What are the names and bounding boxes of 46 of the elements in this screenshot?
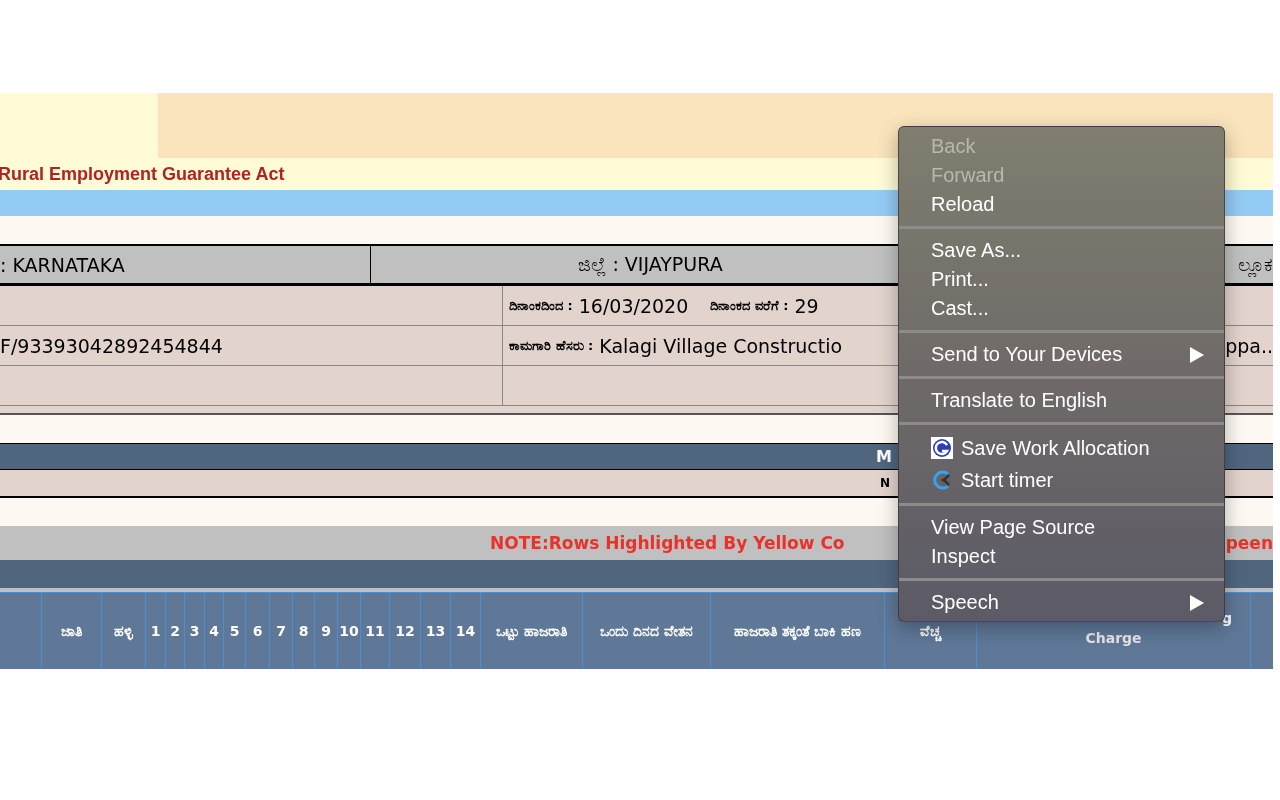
section-subheading: N	[879, 476, 891, 490]
column-header: ಒಂದು ದಿನದ ವೇತನ	[583, 593, 711, 669]
column-header: ಒಟ್ಟು ಹಾಜರಾತಿ	[481, 593, 583, 669]
column-header: 8	[293, 593, 315, 669]
column-header: 2	[166, 593, 185, 669]
work-name: Kalagi Village Constructio	[599, 334, 843, 357]
field-label: ದಿನಾಂಕದಿಂದ :	[509, 297, 573, 314]
table-cell: ppa..	[1225, 334, 1273, 357]
field-label: ಕಾಮಗಾರಿ ಹೆಸರು :	[509, 337, 594, 354]
column-header: 11	[361, 593, 390, 669]
menu-item[interactable]: Start timer	[899, 464, 1224, 496]
note-text: NOTE:Rows Highlighted By Yellow Co	[489, 533, 845, 553]
menu-item[interactable]: Save Work Allocation	[899, 432, 1224, 464]
column-header: 4	[205, 593, 224, 669]
menu-item[interactable]: Reload	[899, 190, 1224, 219]
section-heading: M	[875, 447, 892, 466]
column-header: ಹಳ್ಳಿ	[102, 593, 146, 669]
column-header: 14	[451, 593, 481, 669]
state-cell-text: : KARNATAKA	[0, 252, 126, 278]
menu-item[interactable]: Inspect	[899, 542, 1224, 571]
column-header: ಜಾತಿ	[42, 593, 102, 669]
column-header: 12	[390, 593, 421, 669]
header-text: Charge	[1085, 629, 1142, 648]
column-header: ಹಾಜರಾತಿ ತಕ್ಕಂತೆ ಬಾಕಿ ಹಣ	[711, 593, 885, 669]
menu-item[interactable]: View Page Source	[899, 513, 1224, 542]
note-text: peen	[1225, 533, 1273, 553]
date-value: 16/03/2020	[578, 294, 689, 317]
submenu-arrow-icon	[1190, 594, 1204, 611]
column-header: 13	[421, 593, 451, 669]
column-header: 1	[146, 593, 166, 669]
column-header: 5	[224, 593, 246, 669]
page-title: Rural Employment Guarantee Act	[0, 163, 285, 185]
date-value: 29	[794, 294, 819, 317]
menu-item[interactable]: Send to Your Devices	[899, 340, 1224, 369]
field-label: ದಿನಾಂಕದ ವರೆಗೆ :	[710, 297, 789, 314]
menu-item[interactable]: Cast...	[899, 294, 1224, 323]
timer-icon	[931, 469, 953, 491]
column-header: 7	[270, 593, 293, 669]
column-header: 10	[338, 593, 361, 669]
submenu-arrow-icon	[1190, 346, 1204, 363]
column-header: 3	[185, 593, 205, 669]
swirl-icon	[931, 437, 953, 459]
column-header: 9	[315, 593, 338, 669]
menu-item[interactable]: Translate to English	[899, 386, 1224, 415]
work-code: F/93393042892454844	[0, 334, 223, 357]
column-header: 6	[246, 593, 270, 669]
